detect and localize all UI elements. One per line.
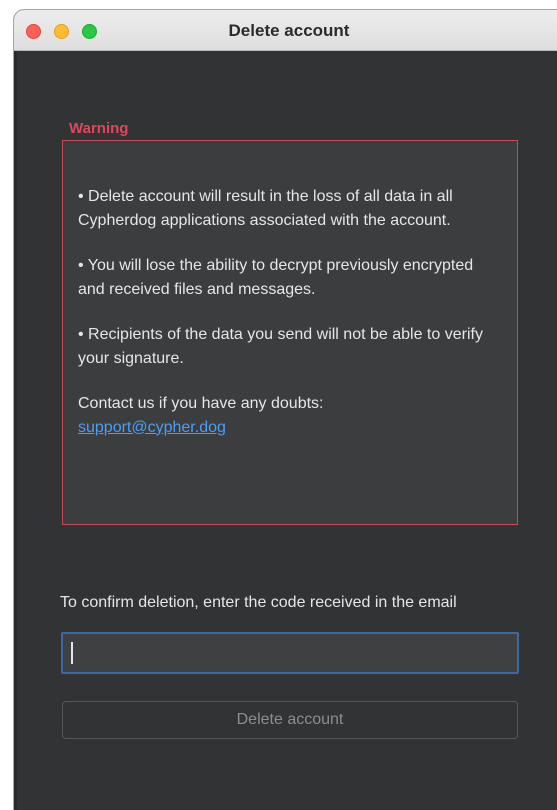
contact-text: Contact us if you have any doubts: (78, 395, 324, 412)
confirm-label: To confirm deletion, enter the code rece… (60, 594, 457, 611)
warning-text: • Delete account will result in the loss… (78, 185, 498, 439)
delete-account-button[interactable]: Delete account (62, 701, 518, 739)
window-edge (14, 51, 17, 810)
window-title: Delete account (228, 21, 350, 40)
warning-paragraph-decrypt: • You will lose the ability to decrypt p… (78, 257, 474, 298)
warning-paragraph-data-loss: • Delete account will result in the loss… (78, 188, 453, 229)
warning-box: • Delete account will result in the loss… (62, 140, 518, 525)
warning-heading: Warning (69, 120, 129, 137)
support-email-link[interactable]: support@cypher.dog (78, 419, 226, 436)
text-cursor (71, 642, 73, 664)
confirmation-code-input[interactable] (61, 632, 519, 674)
delete-account-window: Delete account Warning • Delete account … (14, 10, 557, 810)
title-bar[interactable]: Delete account (14, 10, 557, 51)
warning-paragraph-signature: • Recipients of the data you send will n… (78, 326, 483, 367)
